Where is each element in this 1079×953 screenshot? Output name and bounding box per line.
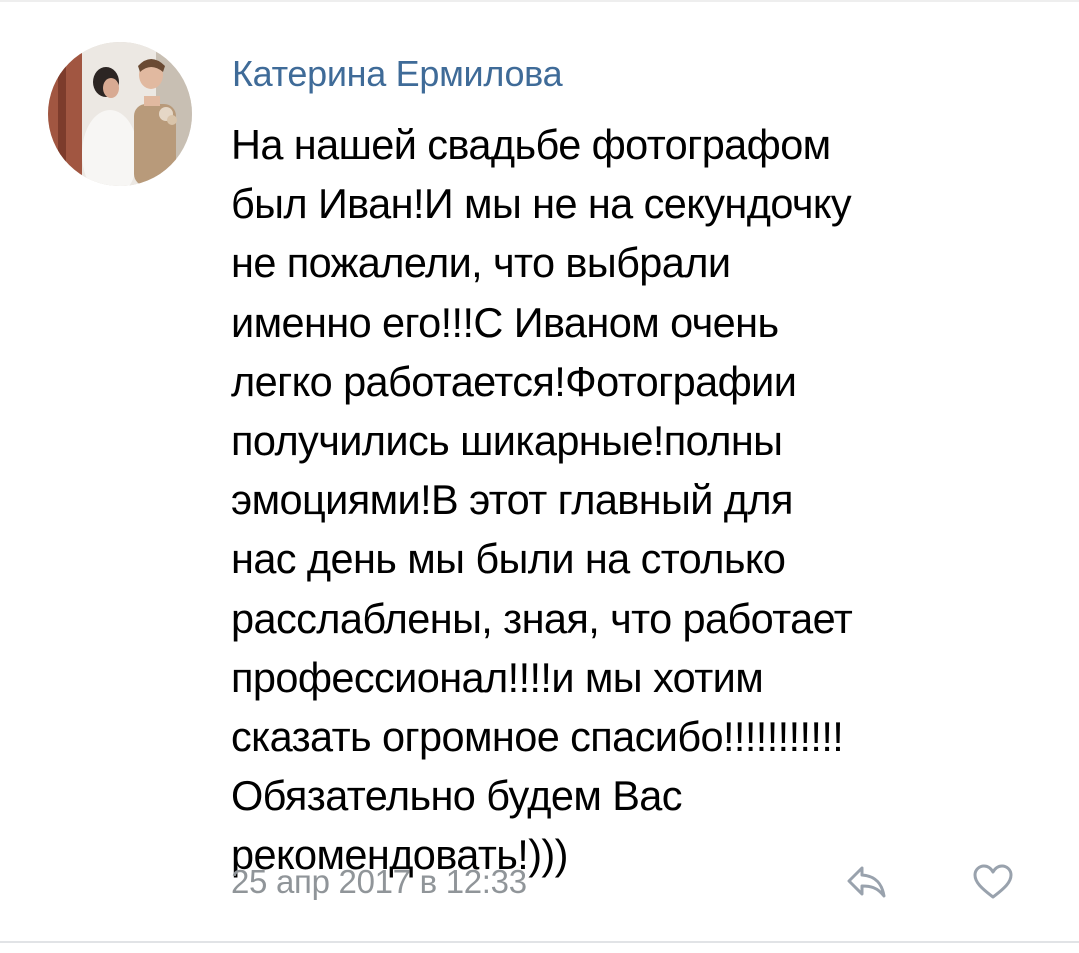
bottom-divider — [0, 941, 1079, 943]
comment-text-line: профессионал!!!!и мы хотим — [231, 653, 764, 701]
comment-text: На нашей свадьбе фотографом был Иван!И м… — [231, 115, 1011, 885]
comment-text-line: эмоциями!В этот главный для — [231, 476, 794, 524]
reply-button[interactable] — [836, 854, 898, 910]
top-divider — [0, 0, 1079, 2]
reply-icon — [847, 866, 886, 898]
comment-date: 25 апр 2017 в 12:33 — [231, 863, 527, 900]
comment-text-line: На нашей свадьбе фотографом — [231, 121, 831, 168]
author-name[interactable]: Катерина Ермилова — [232, 52, 563, 96]
comment-text-line: был Иван!И мы не на секундочку — [231, 180, 852, 228]
comment-text-line: легко работается!Фотографии — [231, 357, 797, 405]
comment-text-line: Обязательно будем Вас — [231, 772, 683, 820]
comment: Катерина Ермилова На нашей свадьбе фотог… — [0, 0, 1079, 953]
comment-text-line: сказать огромное спасибо!!!!!!!!!!! — [231, 713, 844, 761]
comment-text-line: именно его!!!С Иваном очень — [231, 298, 779, 346]
avatar-photo — [48, 42, 192, 186]
avatar[interactable] — [48, 42, 192, 186]
comment-text-line: получились шикарные!полны — [231, 417, 783, 465]
like-button[interactable] — [962, 854, 1024, 910]
heart-icon — [973, 864, 1013, 899]
comment-text-line: расслаблены, зная, что работает — [231, 594, 853, 642]
comment-text-line: нас день мы были на столько — [231, 535, 786, 583]
comment-text-line: не пожалели, что выбрали — [231, 239, 731, 287]
